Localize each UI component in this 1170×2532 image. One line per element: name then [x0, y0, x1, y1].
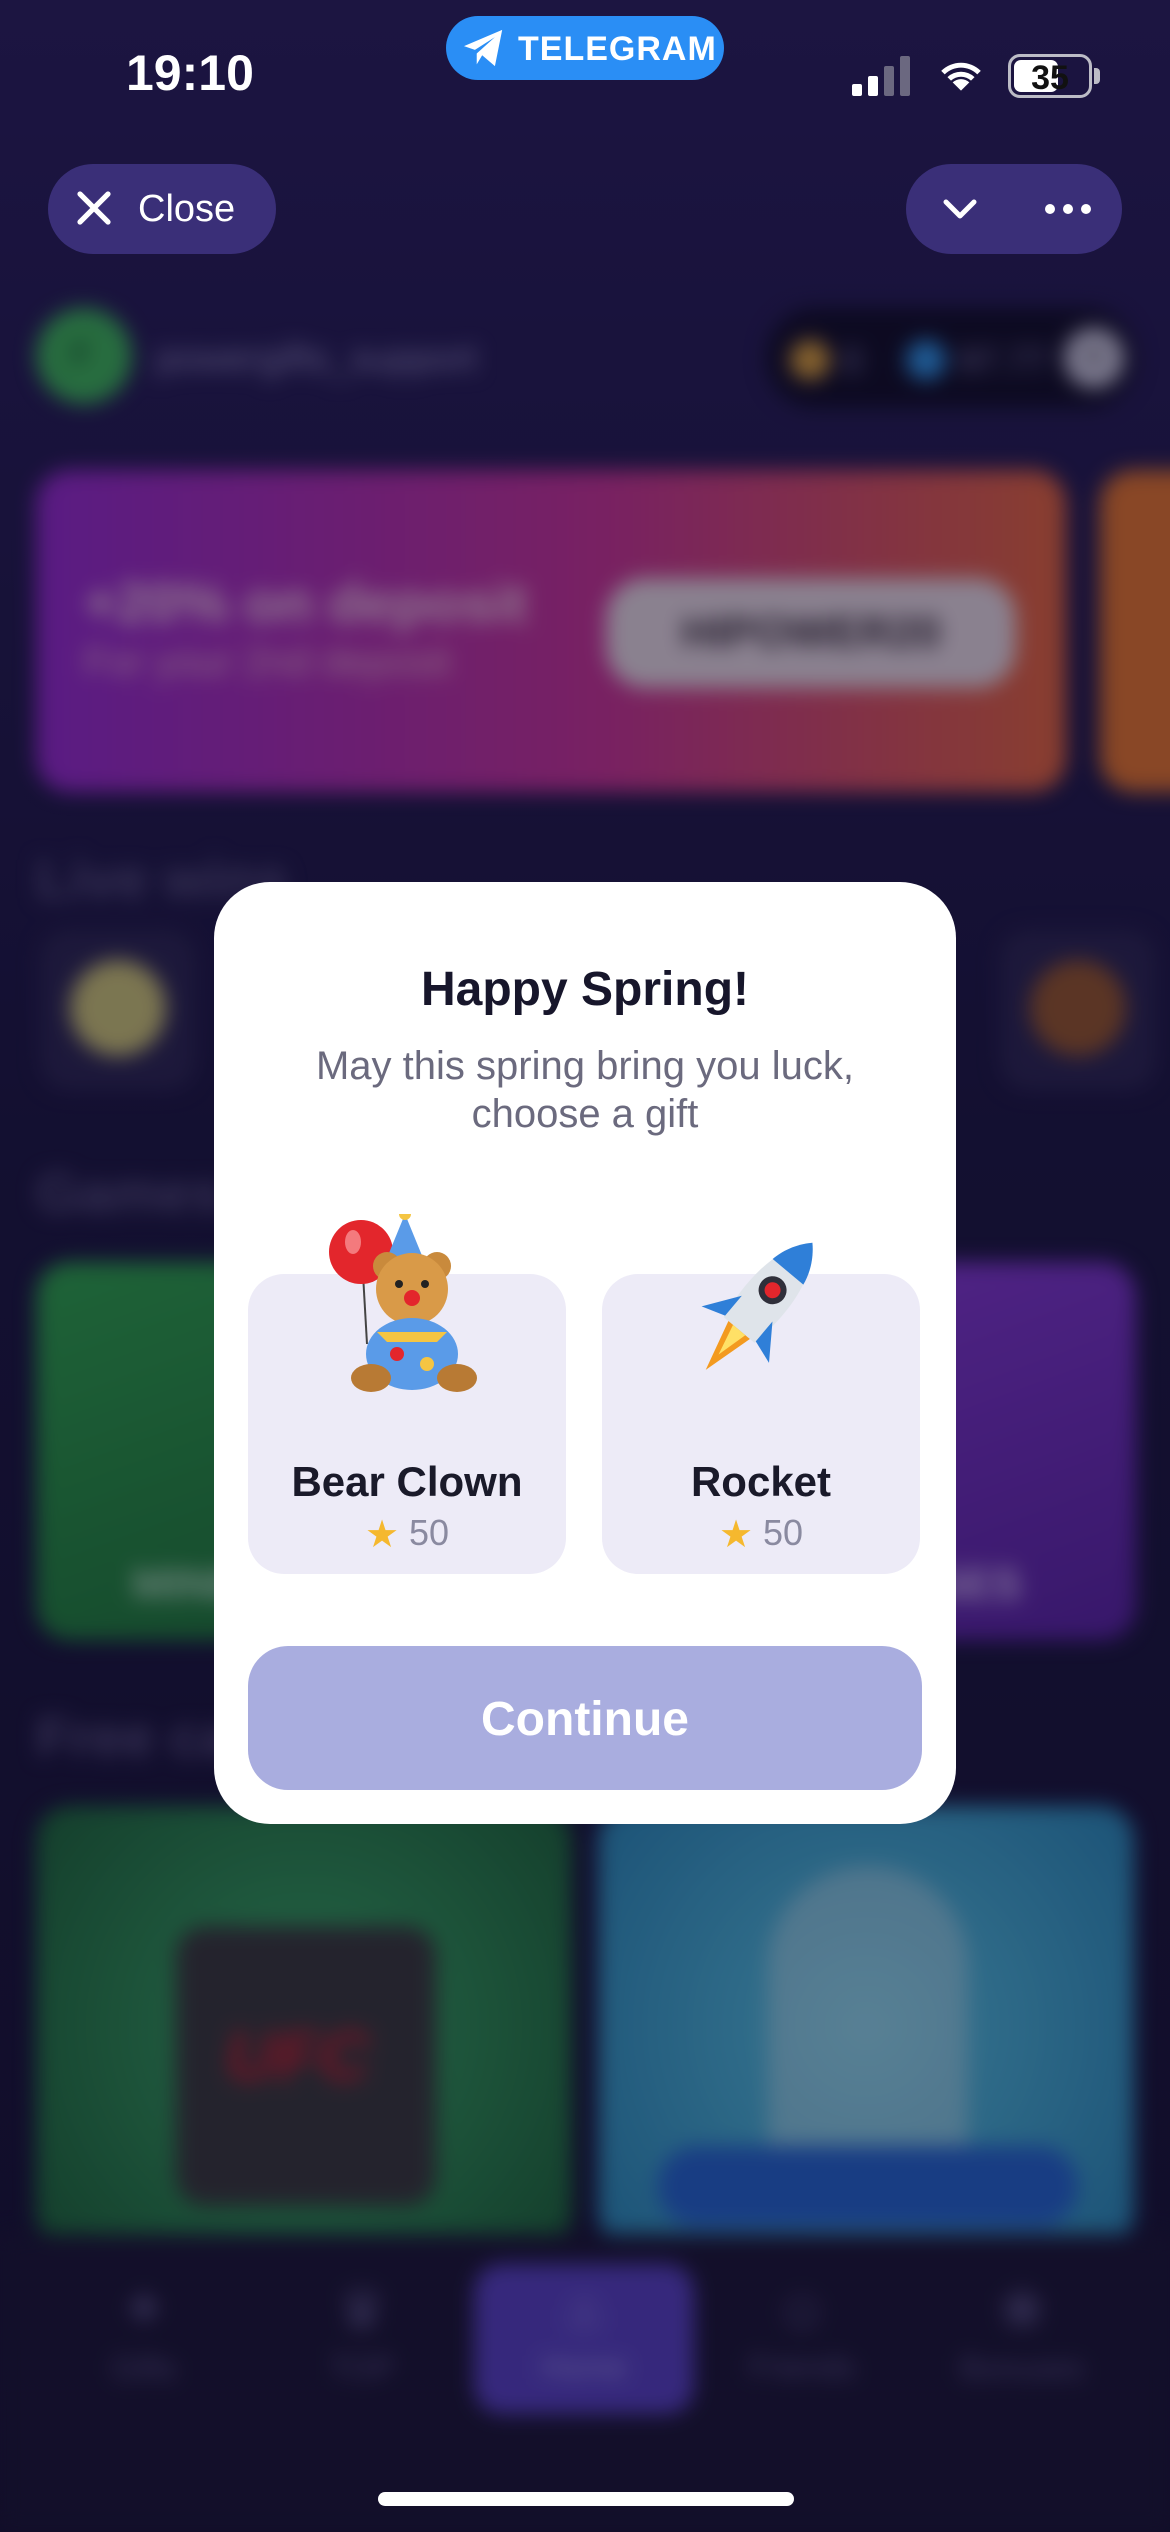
close-icon — [77, 191, 111, 225]
gift-option-bear-clown[interactable]: Bear Clown ★ 50 — [248, 1214, 566, 1574]
modal-title: Happy Spring! — [420, 963, 749, 1016]
gift-price-value: 50 — [409, 1512, 450, 1553]
gift-modal: Happy Spring! May this spring bring you … — [214, 882, 956, 1824]
telegram-pill[interactable]: TELEGRAM — [446, 16, 724, 80]
status-time: 19:10 — [126, 45, 254, 101]
gift-name: Bear Clown — [291, 1458, 523, 1505]
star-icon: ★ — [718, 1514, 754, 1556]
battery-icon: 35 — [1008, 54, 1092, 98]
continue-button[interactable]: Continue — [248, 1646, 922, 1790]
battery-level: 35 — [1031, 59, 1069, 97]
wifi-icon — [941, 62, 981, 91]
close-button[interactable]: Close — [48, 164, 276, 254]
header-menu-pill — [906, 164, 1122, 254]
gift-price: ★ 50 — [602, 1512, 920, 1557]
gift-option-rocket[interactable]: Rocket ★ 50 — [602, 1242, 920, 1574]
home-indicator[interactable] — [378, 2492, 794, 2506]
more-dots-icon — [1045, 204, 1091, 214]
chevron-down-icon — [943, 199, 977, 219]
star-icon: ★ — [364, 1514, 400, 1556]
more-options-button[interactable] — [1014, 164, 1122, 254]
modal-subtitle: May this spring bring you luck, choose a… — [315, 1044, 854, 1136]
gift-name: Rocket — [690, 1458, 832, 1505]
gift-price-value: 50 — [763, 1512, 804, 1553]
bear-clown-icon — [329, 1214, 477, 1392]
minimize-button[interactable] — [906, 164, 1014, 254]
gift-price: ★ 50 — [248, 1512, 566, 1557]
rocket-icon — [701, 1242, 813, 1370]
battery-tip — [1094, 68, 1100, 84]
telegram-label: TELEGRAM — [518, 30, 717, 68]
telegram-icon — [464, 29, 503, 67]
close-label: Close — [138, 188, 236, 230]
signal-icon — [852, 56, 910, 96]
continue-label: Continue — [481, 1693, 689, 1746]
